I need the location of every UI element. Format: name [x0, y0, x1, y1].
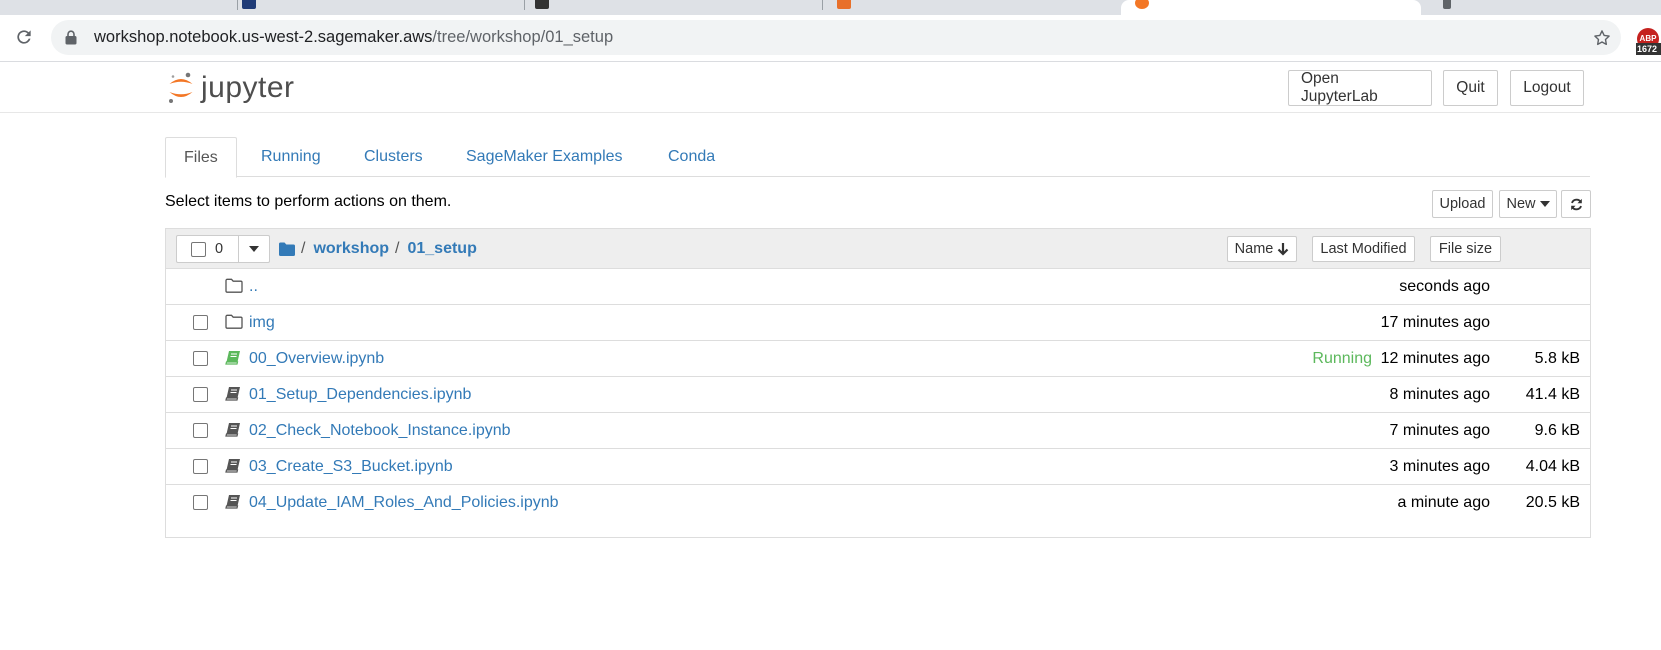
jupyter-logo[interactable]: jupyter: [167, 68, 295, 108]
last-modified: a minute ago: [1397, 494, 1490, 511]
last-modified: seconds ago: [1399, 278, 1490, 295]
refresh-button[interactable]: [1561, 190, 1591, 218]
file-name-link[interactable]: 01_Setup_Dependencies.ipynb: [249, 377, 471, 413]
jupyter-logo-text: jupyter: [201, 71, 295, 104]
address-bar[interactable]: workshop.notebook.us-west-2.sagemaker.aw…: [51, 20, 1621, 55]
file-row[interactable]: .. seconds ago: [166, 269, 1590, 305]
folder-icon: [225, 314, 243, 329]
lock-icon: [65, 30, 77, 45]
file-row[interactable]: 00_Overview.ipynb Running 12 minutes ago 5.…: [166, 341, 1590, 377]
reload-button[interactable]: [12, 25, 36, 49]
file-name-link[interactable]: 00_Overview.ipynb: [249, 341, 384, 377]
file-row[interactable]: img 17 minutes ago: [166, 305, 1590, 341]
row-checkbox[interactable]: [193, 387, 208, 402]
row-checkbox[interactable]: [193, 423, 208, 438]
jupyter-header: jupyter Open JupyterLab Quit Logout: [0, 63, 1661, 113]
file-size: 41.4 kB: [1525, 386, 1580, 403]
file-name-link[interactable]: 03_Create_S3_Bucket.ipynb: [249, 449, 453, 485]
tab-conda[interactable]: Conda: [668, 137, 715, 177]
file-list: 0 / workshop / 01_setup Name Last Modifi…: [165, 228, 1591, 538]
row-checkbox[interactable]: [193, 315, 208, 330]
tab-favicon-icon: [242, 0, 256, 9]
tab-favicon-icon: [837, 0, 851, 9]
notebook-icon: [225, 423, 240, 437]
breadcrumb-01-setup[interactable]: 01_setup: [407, 240, 476, 258]
sort-by-name-button[interactable]: Name: [1227, 236, 1297, 262]
row-checkbox[interactable]: [193, 351, 208, 366]
tab-files[interactable]: Files: [165, 137, 237, 178]
file-size: 4.04 kB: [1525, 458, 1580, 475]
caret-down-icon: [249, 246, 259, 252]
file-row[interactable]: 01_Setup_Dependencies.ipynb 8 minutes ago…: [166, 377, 1590, 413]
file-row[interactable]: 02_Check_Notebook_Instance.ipynb 7 minute…: [166, 413, 1590, 449]
browser-tab[interactable]: [525, 0, 823, 15]
selection-hint: Select items to perform actions on them.: [165, 193, 452, 210]
reload-icon: [17, 30, 31, 44]
refresh-icon: [1570, 198, 1582, 210]
folder-icon: [225, 278, 243, 293]
tab-favicon-icon: [1135, 0, 1149, 9]
row-checkbox[interactable]: [193, 495, 208, 510]
notebook-icon: [225, 351, 240, 365]
sort-name-label: Name: [1234, 241, 1274, 257]
url-text: workshop.notebook.us-west-2.sagemaker.aw…: [94, 28, 614, 46]
upload-button[interactable]: Upload: [1432, 190, 1493, 218]
file-row[interactable]: 03_Create_S3_Bucket.ipynb 3 minutes ago 4.…: [166, 449, 1590, 485]
file-size: 5.8 kB: [1534, 350, 1580, 367]
file-row[interactable]: 04_Update_IAM_Roles_And_Policies.ipynb a …: [166, 485, 1590, 521]
caret-down-icon: [1539, 201, 1550, 207]
file-list-header: 0 / workshop / 01_setup Name Last Modifi…: [166, 229, 1590, 269]
tab-running[interactable]: Running: [261, 137, 321, 177]
file-name-link[interactable]: 02_Check_Notebook_Instance.ipynb: [249, 413, 511, 449]
tab-sagemaker-examples[interactable]: SageMaker Examples: [466, 137, 623, 177]
browser-tab[interactable]: [0, 0, 238, 15]
browser-tab[interactable]: [238, 0, 525, 15]
tab-bar: Files Running Clusters SageMaker Example…: [165, 137, 1590, 178]
new-button[interactable]: New: [1499, 190, 1557, 218]
extension-badge-count: 1672: [1636, 43, 1661, 55]
file-name-link[interactable]: ..: [249, 269, 258, 305]
breadcrumb-workshop[interactable]: workshop: [313, 240, 389, 258]
star-icon: [1594, 30, 1610, 46]
selection-dropdown-button[interactable]: [238, 236, 269, 262]
select-all-control: 0: [176, 235, 270, 263]
last-modified: 3 minutes ago: [1389, 458, 1490, 475]
sort-by-size-button[interactable]: File size: [1430, 236, 1501, 262]
selected-count: 0: [215, 241, 224, 257]
browser-tab-active[interactable]: [1121, 0, 1421, 15]
tab-favicon-icon: [535, 0, 549, 9]
arrow-down-icon: [1278, 242, 1289, 256]
tab-favicon-icon: [1443, 0, 1451, 9]
tab-clusters[interactable]: Clusters: [364, 137, 423, 177]
select-all-checkbox[interactable]: [191, 242, 206, 257]
running-status: Running: [1312, 350, 1372, 367]
browser-tab-strip: [0, 0, 1661, 15]
breadcrumb: / workshop / 01_setup: [279, 229, 477, 269]
bookmark-button[interactable]: [1591, 27, 1613, 49]
last-modified: 17 minutes ago: [1380, 314, 1490, 331]
last-modified: 7 minutes ago: [1389, 422, 1490, 439]
row-checkbox[interactable]: [193, 459, 208, 474]
new-button-label: New: [1506, 196, 1536, 212]
adblock-extension-button[interactable]: ABP 1672: [1636, 28, 1661, 58]
notebook-icon: [225, 495, 240, 509]
file-name-link[interactable]: 04_Update_IAM_Roles_And_Policies.ipynb: [249, 485, 559, 521]
open-jupyterlab-button[interactable]: Open JupyterLab: [1288, 70, 1432, 106]
sort-by-modified-button[interactable]: Last Modified: [1312, 236, 1415, 262]
file-size: 20.5 kB: [1525, 494, 1580, 511]
browser-tab[interactable]: [823, 0, 1121, 15]
last-modified: 8 minutes ago: [1389, 386, 1490, 403]
notebook-icon: [225, 387, 240, 401]
notebook-icon: [225, 459, 240, 473]
jupyter-logo-icon: [169, 72, 193, 103]
quit-button[interactable]: Quit: [1443, 70, 1498, 106]
browser-toolbar: workshop.notebook.us-west-2.sagemaker.aw…: [0, 15, 1661, 62]
file-name-link[interactable]: img: [249, 305, 275, 341]
last-modified: 12 minutes ago: [1380, 350, 1490, 367]
browser-tab[interactable]: [1421, 0, 1661, 15]
file-size: 9.6 kB: [1534, 422, 1580, 439]
logout-button[interactable]: Logout: [1510, 70, 1584, 106]
folder-icon[interactable]: [279, 242, 295, 256]
